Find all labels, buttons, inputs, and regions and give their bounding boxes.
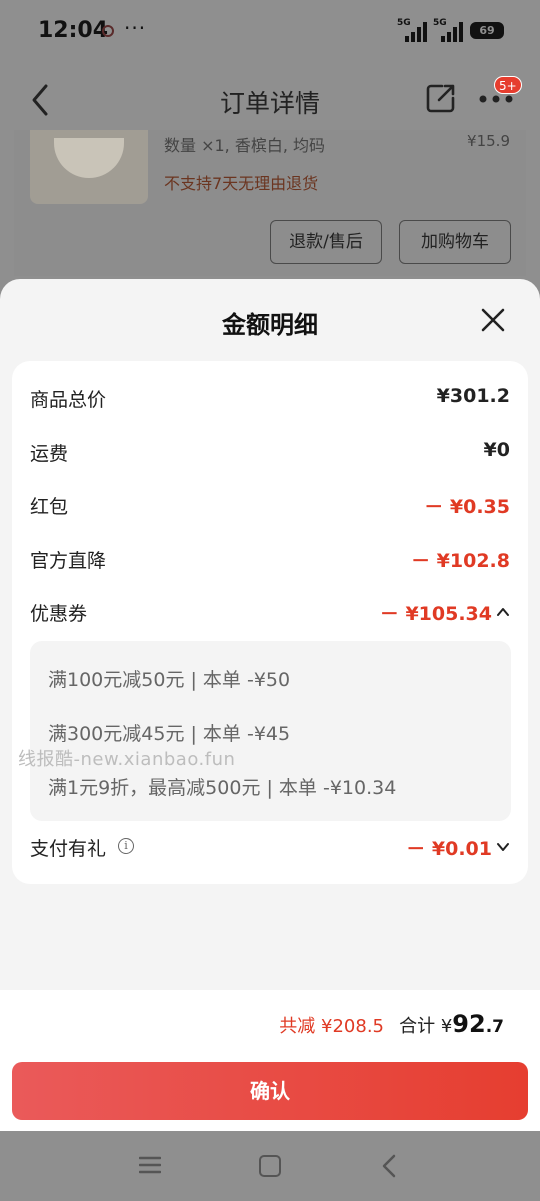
row-official-discount: 官方直降 － ¥102.8 [30,546,510,576]
chevron-up-icon[interactable] [496,605,510,619]
add-to-cart-button[interactable]: 加购物车 [399,220,511,264]
row-value: ¥0 [483,439,510,461]
row-label: 商品总价 [30,389,107,411]
row-shipping: 运费 ¥0 [30,439,510,469]
product-image[interactable] [30,130,148,204]
totals: 共减 ¥208.5 合计 ¥92.7 [279,1010,504,1042]
row-label: 优惠券 [30,603,88,625]
total-reduction: 共减 ¥208.5 [279,1016,385,1037]
row-label: 运费 [30,443,69,465]
coupon-breakdown: 满100元减50元 | 本单 -¥50 满300元减45元 | 本单 -¥45 … [30,641,511,821]
row-label: 官方直降 [30,550,107,572]
return-policy-notice: 不支持7天无理由退货 [164,174,319,193]
signal-icon-2: 5G [433,18,465,42]
status-more-icon: ··· [124,16,147,40]
nav-back-icon[interactable] [380,1153,398,1179]
system-nav-bar [0,1131,540,1201]
battery-icon: 69 [470,22,504,39]
price-detail-card: 商品总价 ¥301.2 运费 ¥0 红包 － ¥0.35 官方直降 － ¥102… [12,361,528,884]
chevron-down-icon[interactable] [496,840,510,854]
signal-type-2: 5G [433,18,447,28]
row-value: － ¥105.34 [379,603,492,625]
total-label: 合计 ¥ [399,1016,453,1037]
info-icon[interactable]: i [118,838,134,854]
notification-icon [102,25,114,37]
row-label: 支付有礼 [30,838,107,860]
row-value: － ¥102.8 [411,550,510,572]
home-icon[interactable] [259,1155,281,1177]
menu-icon[interactable] [139,1155,161,1175]
sheet-title: 金额明细 [222,311,318,339]
header: 订单详情 5+ [0,62,540,138]
footer: 共减 ¥208.5 合计 ¥92.7 确认 [0,990,540,1131]
row-value: － ¥0.35 [424,496,510,518]
status-bar: 12:04 ··· 5G 5G 69 [0,0,540,62]
row-red-packet: 红包 － ¥0.35 [30,492,510,522]
message-badge: 5+ [494,76,522,94]
confirm-button[interactable]: 确认 [12,1062,528,1120]
signal-icon: 5G [397,18,429,42]
row-value: ¥301.2 [436,385,510,407]
product-spec: 数量 ×1, 香槟白, 均码 [164,136,326,155]
total-amount-decimal: .7 [485,1017,504,1037]
coupon-item: 满100元减50元 | 本单 -¥50 [48,669,291,691]
row-coupon[interactable]: 优惠券 － ¥105.34 [30,599,510,629]
status-time: 12:04 [38,18,109,43]
watermark: 线报酷-new.xianbao.fun [18,749,236,770]
refund-button[interactable]: 退款/售后 [270,220,382,264]
product-price: ¥15.9 [467,132,510,150]
share-icon[interactable] [425,82,457,114]
signal-type: 5G [397,18,411,28]
row-value: － ¥0.01 [406,838,492,860]
product-card: 数量 ×1, 香槟白, 均码 ¥15.9 不支持7天无理由退货 退款/售后 加购… [14,130,526,276]
total-amount-integer: 92 [452,1010,486,1038]
row-goods-total: 商品总价 ¥301.2 [30,385,510,415]
page-title: 订单详情 [219,89,320,118]
close-icon[interactable] [480,307,506,333]
coupon-item: 满1元9折，最高减500元 | 本单 -¥10.34 [48,777,397,799]
coupon-item: 满300元减45元 | 本单 -¥45 [48,723,291,745]
row-payment-gift[interactable]: 支付有礼 i － ¥0.01 [30,834,510,864]
row-label: 红包 [30,496,69,518]
